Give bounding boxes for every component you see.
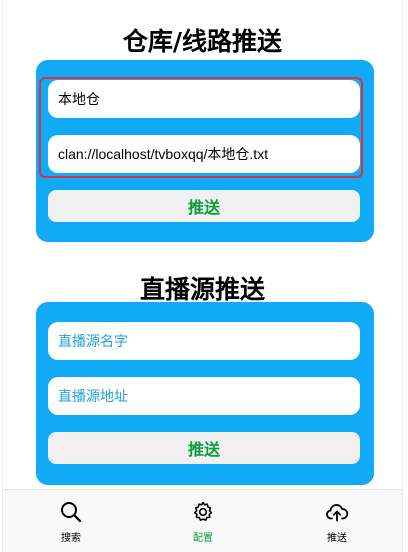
nav-label-push: 推送 [327, 533, 347, 544]
nav-label-search: 搜索 [61, 533, 81, 544]
search-icon [61, 502, 82, 523]
live-push-title: 直播源推送 [139, 275, 265, 304]
warehouse-name-field[interactable]: 本地仓 [48, 80, 360, 118]
nav-item-push[interactable]: 推送 [297, 500, 377, 544]
warehouse-push-panel: 本地仓 clan://localhost/tvboxqq/本地仓.txt 推送 [36, 60, 374, 242]
warehouse-push-button[interactable]: 推送 [48, 190, 360, 222]
bottom-nav: 搜索 配置 推送 [3, 489, 402, 552]
warehouse-url-field[interactable]: clan://localhost/tvboxqq/本地仓.txt [48, 135, 360, 173]
nav-item-config[interactable]: 配置 [163, 500, 243, 544]
app-screen: 仓库/线路推送 本地仓 clan://localhost/tvboxqq/本地仓… [2, 0, 403, 552]
nav-item-search[interactable]: 搜索 [31, 500, 111, 544]
live-push-panel: 直播源名字 直播源地址 推送 [36, 302, 374, 485]
live-push-button[interactable]: 推送 [48, 432, 360, 464]
live-name-input[interactable]: 直播源名字 [48, 322, 360, 360]
warehouse-push-title: 仓库/线路推送 [122, 27, 283, 56]
gear-icon [194, 501, 213, 521]
live-url-input[interactable]: 直播源地址 [48, 377, 360, 415]
nav-label-config: 配置 [193, 533, 213, 544]
cloud-upload-icon [326, 504, 349, 522]
